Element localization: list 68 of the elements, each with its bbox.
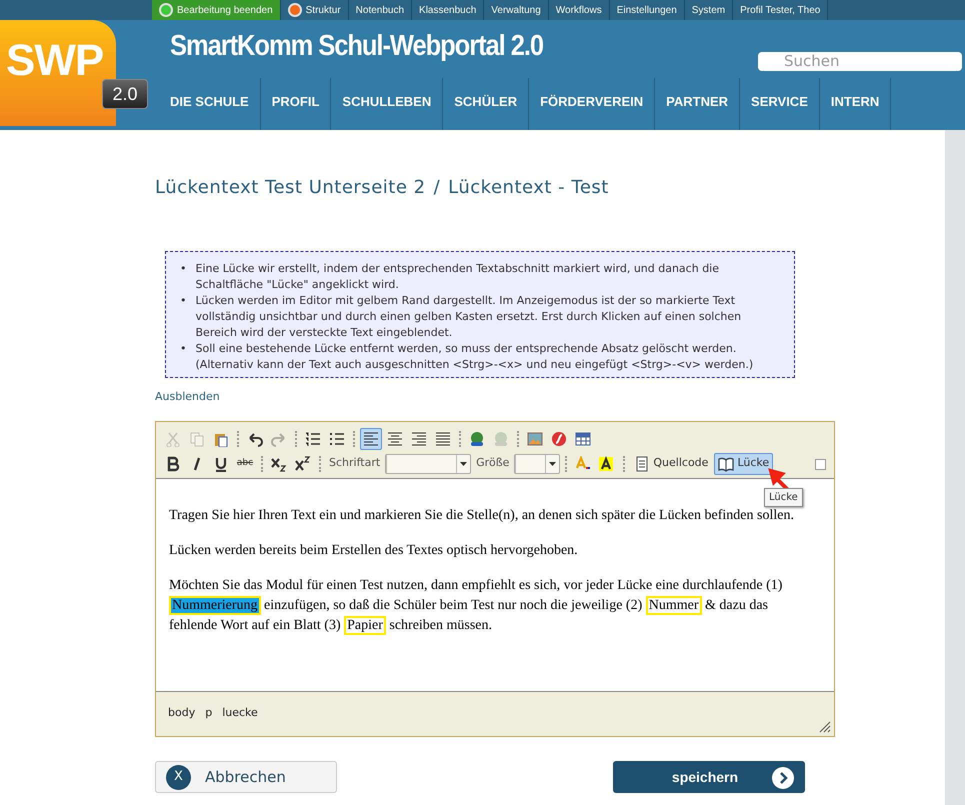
- path-item[interactable]: body: [168, 705, 196, 736]
- status-light-icon: [288, 3, 302, 17]
- status-light-icon: [159, 3, 173, 17]
- pages-icon: [189, 430, 205, 446]
- info-item: Lücken werden im Editor mit gelbem Rand dargestellt. Im Anzeigemodus ist der so markierte Text vollständig unsichtbar und durch einen gelben Kasten ersetzt. Erst durch Klicken auf einen solchen Bereich wird der versteckte Text eingeblendet.: [196, 293, 742, 341]
- toolbar-link[interactable]: Struktur: [280, 0, 349, 20]
- strikethrough-button[interactable]: abc: [234, 452, 256, 474]
- version-badge: 2.0: [102, 79, 148, 109]
- chevron-right-icon: [771, 766, 795, 790]
- search-field[interactable]: Suchen: [758, 52, 962, 71]
- path-item[interactable]: luecke: [222, 705, 258, 736]
- picture-icon: [527, 430, 543, 446]
- globe-link-icon: [469, 430, 485, 446]
- save-button[interactable]: speichern: [613, 761, 805, 793]
- bullet: •: [180, 261, 186, 277]
- breadcrumb-text: Lückentext Test Unterseite 2: [155, 176, 426, 200]
- globe-icon: [493, 430, 509, 446]
- paragraph: Tragen Sie hier Ihren Text ein und markieren Sie die Stelle(n), an denen sich später die Lücken befinden sollen.: [169, 507, 794, 525]
- numbered-list-icon: [305, 430, 321, 446]
- hide-link[interactable]: Ausblenden: [155, 389, 220, 406]
- text-color-icon: [575, 456, 592, 472]
- field-label: Schriftart: [329, 455, 380, 472]
- toolbar-link[interactable]: Profil Tester, Theo: [733, 0, 828, 20]
- undo-icon: [247, 430, 263, 446]
- tooltip: Lücke: [764, 488, 803, 507]
- justify-icon: [435, 430, 451, 446]
- align-center-icon: [387, 430, 403, 446]
- resize-grip-icon: [819, 721, 831, 733]
- bold-icon: [165, 456, 181, 472]
- table-icon: [575, 430, 591, 446]
- underline-icon: [213, 456, 229, 472]
- document-icon: [634, 456, 650, 472]
- toolbar-link[interactable]: Klassenbuch: [412, 0, 484, 20]
- toolbar-button[interactable]: Lücke: [714, 452, 774, 474]
- paragraph: Lücken werden bereits beim Erstellen des Textes optisch hervorgehoben.: [169, 542, 579, 560]
- bullet-list-icon: [329, 430, 345, 446]
- flash-icon: [551, 430, 567, 446]
- bullet: •: [180, 341, 186, 357]
- toolbar-link[interactable]: Bearbeitung beenden: [152, 0, 281, 20]
- scissors-icon: [165, 430, 181, 446]
- redo-icon: [271, 430, 287, 446]
- toolbar-link[interactable]: Notenbuch: [348, 0, 412, 20]
- breadcrumb-separator: /: [434, 176, 440, 200]
- subscript-icon: [271, 456, 287, 472]
- site-title: SmartKomm Schul-Webportal 2.0: [170, 30, 544, 63]
- toolbar-button[interactable]: Quellcode: [630, 452, 712, 474]
- paragraph: Möchten Sie das Modul für einen Test nutzen, dann empfiehlt es sich, vor jeder Lücke eine durchlaufende (1) Nummerierung einzufügen, so daß die Schüler beim Test nur noch die jeweilige (2) Nummer & dazu das fehlende Wort auf ein Blatt (3) Papier schreiben müssen.: [169, 577, 784, 636]
- align-left-icon: [363, 430, 379, 446]
- collapse-button[interactable]: [815, 459, 826, 470]
- align-right-icon: [411, 430, 427, 446]
- field-label: Größe: [476, 455, 510, 472]
- book-icon: [718, 456, 734, 472]
- path-item[interactable]: p: [205, 705, 212, 736]
- page-title: Lückentext - Test: [448, 176, 609, 200]
- toolbar-link[interactable]: System: [684, 0, 734, 20]
- highlight-color-icon: [599, 456, 616, 472]
- toolbar-link[interactable]: Verwaltung: [484, 0, 549, 20]
- cancel-button[interactable]: X Abbrechen: [155, 761, 337, 793]
- caret-icon: [549, 462, 556, 466]
- toolbar-link[interactable]: Workflows: [548, 0, 610, 20]
- caret-icon: [460, 462, 468, 466]
- align-left-button[interactable]: [360, 428, 382, 450]
- close-icon: X: [166, 764, 191, 790]
- superscript-icon: [295, 456, 311, 472]
- info-item: Eine Lücke wir erstellt, indem der entsprechenden Textabschnitt markiert wird, und danach die Schaltfläche "Lücke" angeklickt wird.: [196, 261, 720, 293]
- toolbar-link[interactable]: Einstellungen: [610, 0, 685, 20]
- info-item: Soll eine bestehende Lücke entfernt werden, so muss der entsprechende Absatz gelöscht werden. (Alternativ kann der Text auch ausgeschnitten <Strg>-<x> und neu eingefügt <Strg>-<v> werden.): [196, 341, 754, 373]
- bullet: •: [180, 293, 186, 309]
